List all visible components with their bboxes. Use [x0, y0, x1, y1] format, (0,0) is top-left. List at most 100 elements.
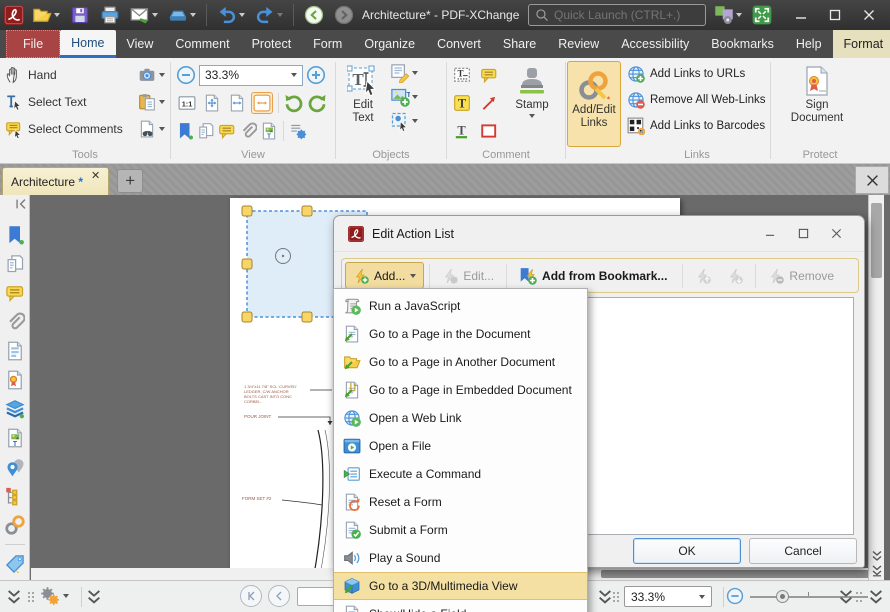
- remove-all-web-links-button[interactable]: Remove All Web-Links: [624, 87, 770, 113]
- add-from-bookmark-button[interactable]: Add from Bookmark...: [512, 262, 674, 289]
- quick-launch[interactable]: [528, 4, 706, 26]
- open-button[interactable]: [30, 3, 62, 27]
- new-tab-button[interactable]: +: [117, 169, 143, 193]
- horizontal-scrollbar-thumb[interactable]: [601, 570, 875, 578]
- content-pane-icon[interactable]: T: [260, 122, 278, 140]
- menu-tab-protect[interactable]: Protect: [241, 30, 303, 58]
- ok-button[interactable]: OK: [633, 538, 741, 564]
- select-comments-tool[interactable]: Select Comments: [0, 115, 170, 142]
- select-text-tool[interactable]: Select Text: [0, 88, 170, 115]
- sign-document-button[interactable]: Sign Document: [771, 61, 863, 127]
- menu-tab-convert[interactable]: Convert: [426, 30, 492, 58]
- menu-tab-bookmarks[interactable]: Bookmarks: [700, 30, 785, 58]
- history-forward-button[interactable]: [332, 3, 356, 27]
- paste-icon[interactable]: [138, 93, 156, 111]
- snapshot-icon[interactable]: [138, 66, 156, 84]
- menu-tab-organize[interactable]: Organize: [353, 30, 426, 58]
- close-document-button[interactable]: [855, 166, 889, 194]
- menu-item-play-a-sound[interactable]: Play a Sound: [334, 544, 587, 572]
- menu-tab-form[interactable]: Form: [302, 30, 353, 58]
- dialog-titlebar[interactable]: Edit Action List: [334, 216, 864, 252]
- rotate-ccw-icon[interactable]: [284, 93, 304, 113]
- fit-page-button[interactable]: [201, 92, 223, 114]
- menu-item-go-to-a-page-in-the-document[interactable]: Go to a Page in the Document: [334, 320, 587, 348]
- edit-action-button[interactable]: Edit...: [435, 262, 501, 289]
- cancel-button[interactable]: Cancel: [749, 538, 857, 564]
- menu-tab-review[interactable]: Review: [547, 30, 610, 58]
- menu-item-run-a-javascript[interactable]: Run a JavaScript: [334, 292, 587, 320]
- move-action-down-button[interactable]: [720, 262, 750, 289]
- sidebar-thumbnails-icon[interactable]: [5, 254, 25, 274]
- menu-item-open-a-web-link[interactable]: Open a Web Link: [334, 404, 587, 432]
- fit-width-button[interactable]: [226, 92, 248, 114]
- sidebar-named-dest-icon[interactable]: [5, 486, 25, 506]
- zoom-out-statusbar-button[interactable]: [726, 587, 744, 605]
- add-image-button[interactable]: T: [390, 87, 418, 107]
- menu-item-go-to-a-3d-multimedia-view[interactable]: Go to a 3D/Multimedia View: [334, 572, 587, 600]
- statusbar-expand-icon[interactable]: [86, 589, 102, 605]
- sidebar-comments-icon[interactable]: [5, 283, 25, 303]
- statusbar-options-button[interactable]: [40, 586, 69, 606]
- history-back-button[interactable]: [302, 3, 326, 27]
- menu-item-show-hide-a-field[interactable]: Show/Hide a Field: [334, 600, 587, 612]
- scroll-down-icon[interactable]: [871, 550, 883, 562]
- underline-button[interactable]: T: [450, 119, 474, 143]
- fit-visible-button[interactable]: [251, 92, 273, 114]
- add-links-to-barcodes-button[interactable]: Add Links to Barcodes: [624, 113, 770, 139]
- sidebar-layers-icon[interactable]: [5, 399, 25, 419]
- select-objects-button[interactable]: [390, 111, 418, 131]
- attachments-pane-icon[interactable]: [239, 122, 257, 140]
- highlight-button[interactable]: T: [450, 91, 474, 115]
- sidebar-tags-icon[interactable]: [5, 554, 25, 574]
- statusbar-expand-left-icon[interactable]: [6, 589, 22, 605]
- edit-text-button[interactable]: T Edit Text: [336, 61, 390, 127]
- arrow-button[interactable]: [477, 91, 501, 115]
- sidebar-bookmarks-icon[interactable]: [5, 225, 25, 245]
- menu-tab-file[interactable]: File: [6, 30, 60, 58]
- add-edit-links-button[interactable]: Add/Edit Links: [567, 61, 621, 147]
- sidebar-attachments-icon[interactable]: [5, 312, 25, 332]
- rotate-cw-icon[interactable]: [307, 93, 327, 113]
- print-button[interactable]: [98, 3, 122, 27]
- edit-objects-button[interactable]: [390, 63, 418, 83]
- ui-options-button[interactable]: [712, 3, 744, 27]
- sidebar-destinations-icon[interactable]: [5, 457, 25, 477]
- statusbar-expand-right-icon[interactable]: [838, 589, 854, 605]
- actual-size-button[interactable]: 1:1: [176, 92, 198, 114]
- menu-tab-accessibility[interactable]: Accessibility: [610, 30, 700, 58]
- save-button[interactable]: [68, 3, 92, 27]
- menu-tab-share[interactable]: Share: [492, 30, 547, 58]
- menu-tab-help[interactable]: Help: [785, 30, 833, 58]
- statusbar-zoom-combo[interactable]: 33.3%: [624, 586, 712, 607]
- vertical-scrollbar-thumb[interactable]: [871, 203, 882, 278]
- statusbar-corner-expand-icon[interactable]: [868, 589, 884, 605]
- sidebar-fields-doc-icon[interactable]: [5, 341, 25, 361]
- maximize-button[interactable]: [818, 2, 852, 28]
- menu-tab-home[interactable]: Home: [60, 30, 115, 58]
- add-action-button[interactable]: Add...: [345, 262, 424, 289]
- move-action-up-button[interactable]: [688, 262, 718, 289]
- first-page-button[interactable]: [240, 585, 262, 607]
- menu-tab-view[interactable]: View: [116, 30, 165, 58]
- scan-button[interactable]: [166, 3, 198, 27]
- menu-item-reset-a-form[interactable]: Reset a Form: [334, 488, 587, 516]
- sidebar-content-icon[interactable]: T: [5, 428, 25, 448]
- zoom-in-icon[interactable]: [306, 65, 326, 85]
- close-button[interactable]: [852, 2, 886, 28]
- menu-tab-format[interactable]: Format: [833, 30, 890, 58]
- quick-launch-input[interactable]: [554, 8, 694, 22]
- scroll-end-icon[interactable]: [871, 565, 883, 577]
- tab-close-icon[interactable]: ✕: [91, 171, 100, 182]
- menu-tab-comment[interactable]: Comment: [164, 30, 240, 58]
- dialog-maximize-icon[interactable]: [798, 228, 809, 239]
- minimize-button[interactable]: [784, 2, 818, 28]
- pane-options-icon[interactable]: [289, 122, 307, 140]
- dialog-close-icon[interactable]: [831, 228, 842, 239]
- zoom-combo[interactable]: 33.3%: [199, 65, 303, 86]
- hand-tool[interactable]: Hand: [0, 61, 170, 88]
- email-button[interactable]: [128, 3, 160, 27]
- search-comments-icon[interactable]: [138, 120, 156, 138]
- dialog-minimize-icon[interactable]: [765, 228, 776, 239]
- zoom-out-icon[interactable]: [176, 65, 196, 85]
- previous-page-button[interactable]: [268, 585, 290, 607]
